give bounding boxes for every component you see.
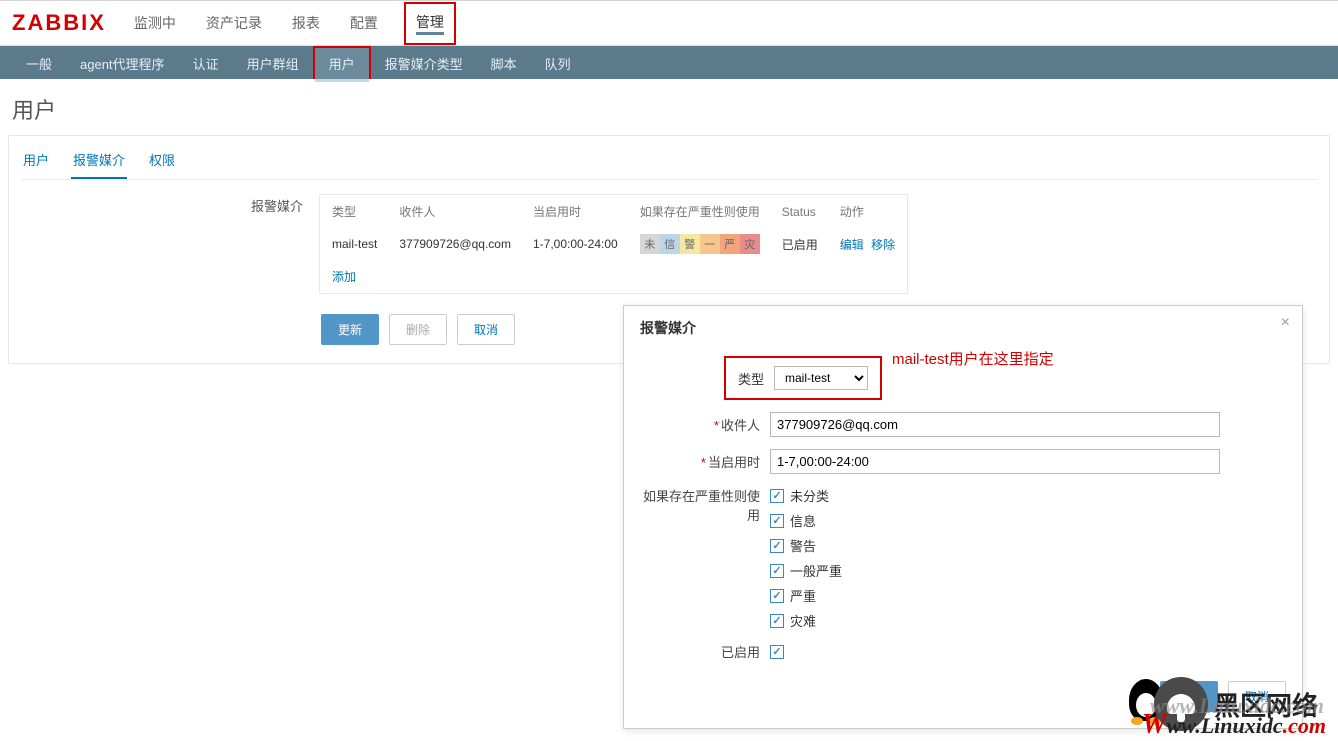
severity-row: 一般严重 [770,561,842,580]
severity-text: 未分类 [790,486,829,505]
severity-text: 一般严重 [790,561,842,580]
subnav-users[interactable]: 用户 [315,48,369,82]
page-title: 用户 [0,79,1338,135]
severity-badge: 灾 [740,234,760,254]
severity-badge: 一 [700,234,720,254]
recipient-label: *收件人 [640,415,770,434]
recipient-input[interactable] [770,412,1220,437]
severity-list: 未分类信息警告一般严重严重灾难 [770,486,842,630]
media-section: 报警媒介 类型 收件人 当启用时 如果存在严重性则使用 Status 动作 ma… [251,194,1317,294]
watermark-main: Www.Linuxidc.com [1142,709,1326,741]
type-highlight: 类型 mail-test [724,356,882,400]
severity-text: 信息 [790,511,816,530]
nav-monitoring[interactable]: 监测中 [130,1,180,45]
top-bar: ZABBIX 监测中 资产记录 报表 配置 管理 [0,0,1338,46]
subnav-general[interactable]: 一般 [12,46,66,79]
table-header-row: 类型 收件人 当启用时 如果存在严重性则使用 Status 动作 [322,197,905,226]
type-select[interactable]: mail-test [774,366,868,390]
dialog-title: 报警媒介 [640,318,1286,338]
col-severity: 如果存在严重性则使用 [630,197,770,226]
subnav-highlight-users: 用户 [313,46,371,79]
severity-text: 严重 [790,586,816,605]
cancel-button[interactable]: 取消 [457,314,515,345]
close-icon[interactable]: × [1281,314,1290,332]
dialog-annotation: mail-test用户在这里指定 [892,348,1054,369]
cell-recipient: 377909726@qq.com [389,228,521,260]
subnav-queue[interactable]: 队列 [531,46,585,79]
nav-administration[interactable]: 管理 [416,12,444,35]
remove-link[interactable]: 移除 [871,238,895,252]
subnav-scripts[interactable]: 脚本 [477,46,531,79]
delete-button: 删除 [389,314,447,345]
type-label: 类型 [738,369,764,388]
sub-nav: 一般 agent代理程序 认证 用户群组 用户 报警媒介类型 脚本 队列 [0,46,1338,79]
severity-badge: 警 [680,234,700,254]
subnav-auth[interactable]: 认证 [179,46,233,79]
media-table: 类型 收件人 当启用时 如果存在严重性则使用 Status 动作 mail-te… [319,194,908,294]
logo: ZABBIX [12,10,106,36]
col-when: 当启用时 [523,197,628,226]
subnav-usergroups[interactable]: 用户群组 [233,46,313,79]
tab-user[interactable]: 用户 [21,146,51,179]
enabled-checkbox[interactable] [770,645,784,659]
severity-row: 警告 [770,536,842,555]
severity-row: 灾难 [770,611,842,630]
severity-label: 如果存在严重性则使用 [640,486,770,524]
severity-badge: 严 [720,234,740,254]
cell-when: 1-7,00:00-24:00 [523,228,628,260]
cell-type: mail-test [322,228,387,260]
col-type: 类型 [322,197,387,226]
update-button[interactable]: 更新 [321,314,379,345]
subnav-proxies[interactable]: agent代理程序 [66,46,179,79]
cell-severity: 未信警一严灾 [630,228,770,260]
severity-badge: 未 [640,234,660,254]
severity-checkbox[interactable] [770,614,784,628]
severity-checkbox[interactable] [770,514,784,528]
severity-text: 灾难 [790,611,816,630]
col-status: Status [772,197,828,226]
when-label: *当启用时 [640,452,770,471]
edit-link[interactable]: 编辑 [840,238,864,252]
top-nav: 监测中 资产记录 报表 配置 管理 [130,1,456,45]
severity-row: 信息 [770,511,842,530]
severity-checkbox[interactable] [770,489,784,503]
cell-actions: 编辑 移除 [830,228,905,260]
col-recipient: 收件人 [389,197,521,226]
severity-checkbox[interactable] [770,589,784,603]
media-dialog: × 报警媒介 mail-test用户在这里指定 类型 mail-test *收件… [623,305,1303,729]
media-label: 报警媒介 [251,194,303,294]
nav-configuration[interactable]: 配置 [346,1,382,45]
severity-text: 警告 [790,536,816,555]
cell-status: 已启用 [772,228,828,260]
nav-reports[interactable]: 报表 [288,1,324,45]
nav-inventory[interactable]: 资产记录 [202,1,266,45]
enabled-label: 已启用 [640,642,770,661]
tab-media[interactable]: 报警媒介 [71,146,127,179]
severity-checkbox[interactable] [770,564,784,578]
col-action: 动作 [830,197,905,226]
severity-checkbox[interactable] [770,539,784,553]
table-row: mail-test 377909726@qq.com 1-7,00:00-24:… [322,228,905,260]
watermark-linuxidc: www.Linuxidc.com Www.Linuxidc.com [1142,709,1326,741]
severity-badge: 信 [660,234,680,254]
subnav-mediatypes[interactable]: 报警媒介类型 [371,46,477,79]
severity-row: 严重 [770,586,842,605]
when-input[interactable] [770,449,1220,474]
table-row-add: 添加 [322,262,905,291]
add-link[interactable]: 添加 [332,270,356,284]
tab-permissions[interactable]: 权限 [147,146,177,179]
severity-row: 未分类 [770,486,842,505]
tabs: 用户 报警媒介 权限 [21,146,1317,180]
nav-highlight-admin: 管理 [404,2,456,45]
